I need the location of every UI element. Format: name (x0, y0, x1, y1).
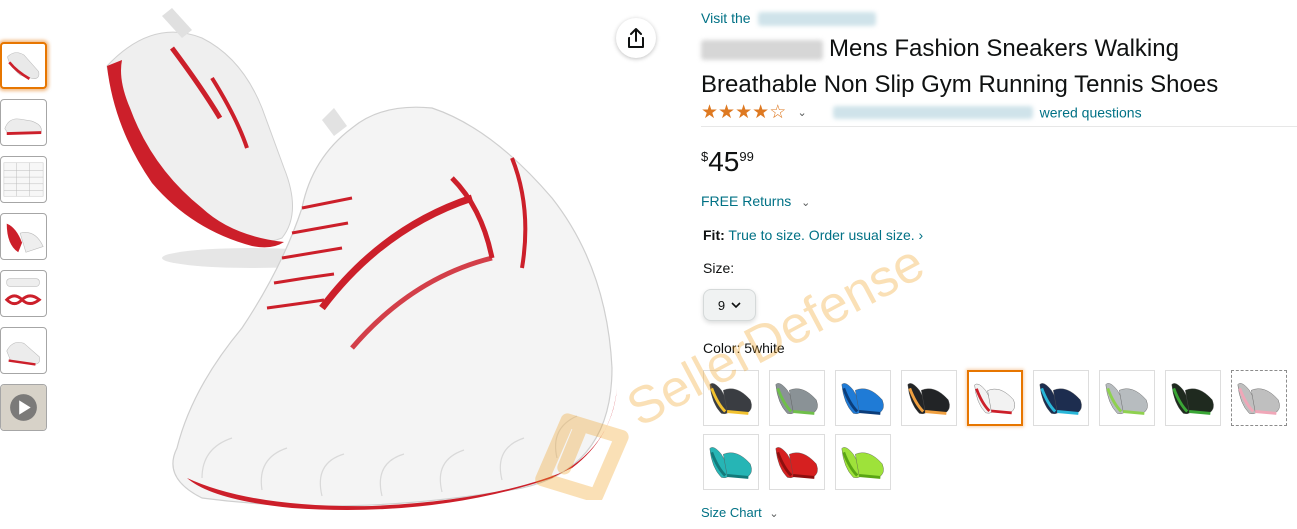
size-chart-label[interactable]: Size Chart (701, 505, 762, 520)
color-label-text: Color: (703, 340, 741, 356)
chevron-down-icon[interactable]: ⌄ (798, 106, 807, 119)
chevron-down-icon[interactable]: ⌄ (769, 508, 778, 520)
thumbnail-4[interactable] (0, 213, 47, 260)
star-icon: ★ (735, 102, 753, 123)
fit-info: Fit: True to size. Order usual size. › (703, 227, 923, 243)
thumbnail-2[interactable] (0, 99, 47, 146)
redacted-brand (701, 39, 823, 60)
free-returns-label[interactable]: FREE Returns (701, 193, 791, 209)
product-title: Mens Fashion Sneakers Walking Breathable… (701, 31, 1293, 103)
color-swatch-black-green[interactable] (1165, 370, 1221, 426)
color-swatch-blue[interactable] (835, 370, 891, 426)
thumbnail-1[interactable] (0, 42, 47, 89)
share-button[interactable] (616, 18, 656, 58)
share-icon (628, 28, 644, 48)
free-returns-link[interactable]: FREE Returns ⌄ (701, 193, 810, 209)
color-swatch-gray-lime[interactable] (1099, 370, 1155, 426)
color-swatch-red[interactable] (769, 434, 825, 490)
star-empty-icon: ☆ (769, 102, 787, 123)
size-chart-link[interactable]: Size Chart ⌄ (701, 505, 779, 520)
rating-row: ★★★★☆ ⌄ wered questions (701, 101, 1297, 127)
color-swatch-teal[interactable] (703, 434, 759, 490)
color-swatch-white-red[interactable] (967, 370, 1023, 426)
store-link-prefix[interactable]: Visit the (701, 10, 751, 26)
chevron-right-icon[interactable]: › (919, 227, 924, 243)
chevron-down-icon (731, 301, 741, 308)
main-product-image[interactable] (52, 8, 665, 521)
price-symbol: $ (701, 149, 709, 164)
color-swatch-gray-green[interactable] (769, 370, 825, 426)
color-swatch-navy-cyan[interactable] (1033, 370, 1089, 426)
redacted-ratings-count (833, 106, 1034, 119)
price-whole: 45 (708, 146, 740, 177)
color-swatch-black-yellow[interactable] (703, 370, 759, 426)
thumbnail-video[interactable] (0, 384, 47, 431)
answered-questions-link[interactable]: wered questions (1040, 105, 1142, 121)
size-selected-value: 9 (717, 297, 726, 313)
star-icon: ★ (718, 102, 736, 123)
redacted-store-name (758, 12, 877, 27)
thumbnail-3-size-chart[interactable] (0, 156, 47, 203)
store-link[interactable]: Visit the (701, 10, 877, 27)
color-selected-value: 5white (744, 340, 785, 356)
color-label: Color: 5white (703, 340, 785, 356)
color-swatch-lime[interactable] (835, 434, 891, 490)
star-icon: ★ (752, 102, 770, 123)
star-icon: ★ (701, 102, 719, 123)
size-dropdown[interactable]: 9 (703, 289, 756, 321)
price-fraction: 99 (739, 149, 754, 164)
fit-text-link[interactable]: True to size. Order usual size. (728, 227, 914, 243)
fit-label: Fit: (703, 227, 725, 243)
price: $4599 (701, 146, 754, 178)
star-rating[interactable]: ★★★★☆ (701, 102, 792, 123)
color-swatch-gray-pink[interactable] (1231, 370, 1287, 426)
thumbnail-6[interactable] (0, 327, 47, 374)
thumbnail-5[interactable] (0, 270, 47, 317)
size-label: Size: (703, 260, 735, 276)
color-swatches (701, 370, 1297, 490)
chevron-down-icon[interactable]: ⌄ (801, 197, 810, 209)
color-swatch-black-orange[interactable] (901, 370, 957, 426)
